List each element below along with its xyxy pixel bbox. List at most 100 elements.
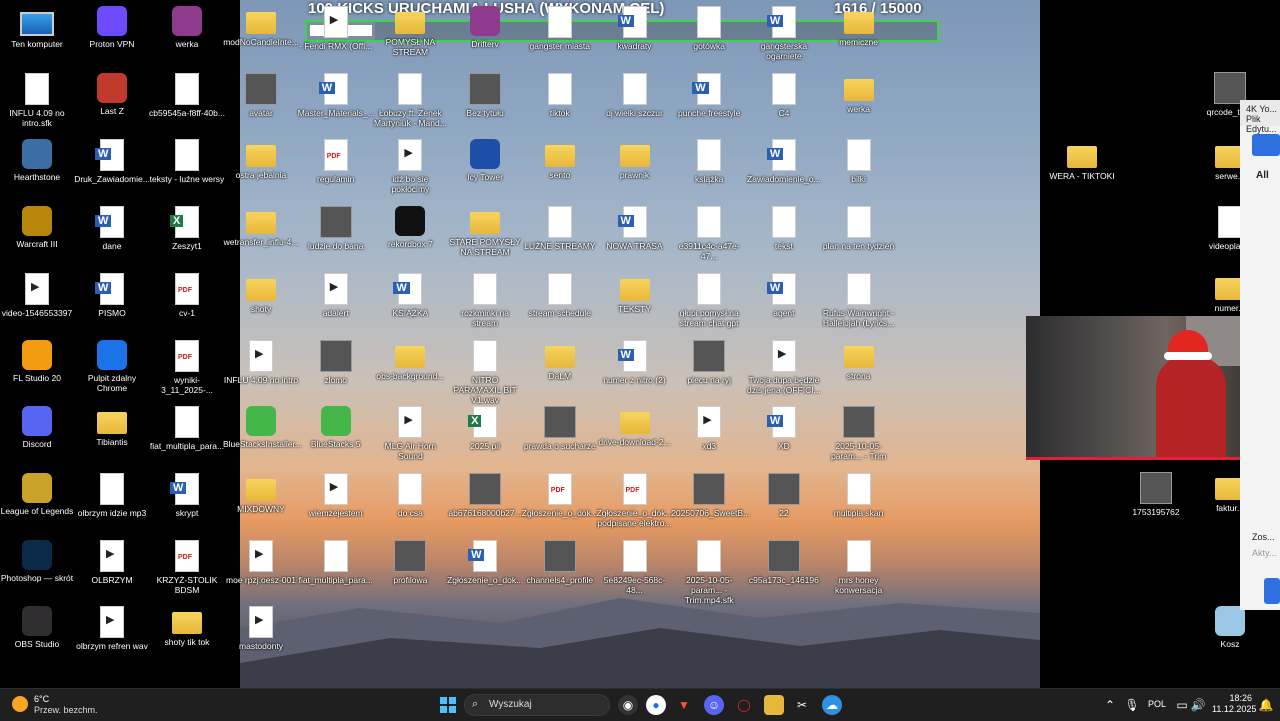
desktop-icon[interactable]: Twoja dupa będzie dziś jena (OFFICI... bbox=[746, 339, 822, 395]
tray-chevron-icon[interactable]: ⌃ bbox=[1100, 695, 1120, 715]
desktop-icon[interactable]: xd3 bbox=[671, 406, 747, 451]
chrome-icon[interactable]: ● bbox=[646, 695, 666, 715]
desktop-icon[interactable]: strona bbox=[821, 340, 897, 381]
desktop-icon[interactable]: zlomo bbox=[298, 339, 374, 385]
desktop-icon[interactable]: Photoshop — skrót bbox=[0, 539, 75, 583]
desktop-icon[interactable]: FL Studio 20 bbox=[0, 339, 75, 383]
desktop-icon[interactable]: PISMO bbox=[74, 272, 150, 318]
paste-link-button[interactable] bbox=[1252, 134, 1280, 156]
desktop-icon[interactable]: NOWA TRASA bbox=[597, 206, 673, 251]
desktop-icon[interactable]: obs-background... bbox=[372, 340, 448, 381]
volume-icon[interactable]: 🔊 bbox=[1188, 695, 1208, 715]
desktop-icon[interactable]: sento bbox=[522, 139, 598, 180]
desktop-icon[interactable]: adalert bbox=[298, 272, 374, 318]
desktop-icon[interactable]: Łobuzy ft. Zenek Martyniuk - Mand... bbox=[372, 72, 448, 128]
desktop-icon[interactable]: prawda o sucharze bbox=[522, 406, 598, 451]
opera-icon[interactable]: ◯ bbox=[734, 695, 754, 715]
desktop-icon[interactable]: 20250706_SweetB... bbox=[671, 472, 750, 518]
desktop-icon[interactable]: shoty tik tok bbox=[149, 606, 225, 647]
desktop-icon[interactable]: regulamin bbox=[298, 139, 374, 184]
desktop-icon[interactable]: wiemżejestem bbox=[298, 472, 374, 518]
menu-file[interactable]: Plik bbox=[1246, 114, 1261, 124]
desktop-icon[interactable]: OLBRZYM bbox=[74, 539, 150, 585]
desktop-icon[interactable]: INFLU 4.09 no intro.sfk bbox=[0, 72, 75, 128]
desktop-icon[interactable]: C4 bbox=[746, 72, 822, 118]
desktop-icon[interactable]: League of Legends bbox=[0, 472, 75, 516]
desktop-icon[interactable]: Ten komputer bbox=[0, 6, 75, 49]
4k-downloader-icon[interactable]: ☁ bbox=[822, 695, 842, 715]
desktop-icon[interactable]: werka bbox=[149, 6, 225, 49]
desktop-icon[interactable]: bilki bbox=[821, 139, 897, 184]
desktop-icon[interactable]: głupi pomysł na stream chat gpt bbox=[671, 272, 747, 328]
desktop-icon[interactable]: mrs honey konwersacja bbox=[821, 539, 897, 595]
desktop-icon[interactable]: memiczne bbox=[821, 6, 897, 47]
desktop-icon[interactable]: Bez tytułu bbox=[447, 72, 523, 118]
desktop-icon[interactable]: modNoCandleInte... bbox=[223, 6, 299, 47]
desktop-icon[interactable]: gangsterska ogarniete bbox=[746, 6, 822, 61]
explorer-icon[interactable] bbox=[764, 695, 784, 715]
desktop-icon[interactable]: Drifterv bbox=[447, 6, 523, 49]
desktop-icon[interactable]: dj wielki szczur bbox=[597, 72, 673, 118]
notifications-icon[interactable]: 🔔 bbox=[1256, 695, 1276, 715]
desktop-icon[interactable]: Warcraft III bbox=[0, 206, 75, 249]
desktop-icon[interactable]: OBS Studio bbox=[0, 606, 75, 649]
desktop-icon[interactable]: rozkminki na stream bbox=[447, 272, 523, 328]
desktop-icon[interactable]: Master_Materials_... bbox=[298, 72, 375, 118]
obs-icon[interactable]: ◉ bbox=[618, 695, 638, 715]
desktop-icon[interactable]: gangster miasta bbox=[522, 6, 598, 51]
search-input[interactable]: ⌕ Wyszukaj bbox=[464, 694, 610, 716]
desktop-icon[interactable]: książka bbox=[671, 139, 747, 184]
desktop-icon[interactable]: piecu na ryj bbox=[671, 339, 747, 385]
desktop-icon[interactable]: DaLM bbox=[522, 340, 598, 381]
desktop-icon[interactable]: Kosz bbox=[1192, 606, 1268, 649]
desktop-icon[interactable]: kwadraty bbox=[597, 6, 673, 51]
desktop-icon[interactable]: INFLU 4.09 no intro bbox=[223, 339, 299, 385]
desktop-icon[interactable]: agent bbox=[746, 272, 822, 318]
desktop-icon[interactable]: profilowa bbox=[372, 539, 448, 585]
desktop-icon[interactable]: WERA - TIKTOKI bbox=[1044, 140, 1120, 181]
desktop-icon[interactable]: - Fendi RMX (Offi... bbox=[298, 6, 374, 51]
desktop-icon[interactable]: NITRO PARAMAXIL BIT V1.wav bbox=[447, 339, 523, 405]
desktop-icon[interactable]: gotówka bbox=[671, 6, 747, 51]
desktop-icon[interactable]: do csa bbox=[372, 472, 448, 518]
capcut-icon[interactable]: ✂ bbox=[792, 695, 812, 715]
desktop-icon[interactable]: ludzie do bana bbox=[298, 206, 374, 251]
desktop-icon[interactable]: Discord bbox=[0, 406, 75, 449]
desktop-icon[interactable]: mastodonty bbox=[223, 606, 299, 651]
desktop-icon[interactable]: idź bo się pokłócimy bbox=[372, 139, 448, 194]
desktop-icon[interactable]: Icy Tower bbox=[447, 139, 523, 182]
desktop-icon[interactable]: channels4_profile bbox=[522, 539, 598, 585]
desktop-icon[interactable]: rekordbox 7 bbox=[372, 206, 448, 249]
desktop-icon[interactable]: ab676168000b27... bbox=[447, 472, 523, 518]
desktop-icon[interactable]: wetransfer_influ-4... bbox=[223, 206, 299, 247]
desktop-icon[interactable]: olbrzym refren wav bbox=[74, 606, 150, 651]
desktop-icon[interactable]: Tibiantis bbox=[74, 406, 150, 447]
desktop-icon[interactable]: cb59545a-f8ff-40b... bbox=[149, 72, 225, 118]
desktop-icon[interactable]: 1753195762 bbox=[1118, 472, 1194, 517]
language-indicator[interactable]: POL bbox=[1148, 699, 1166, 709]
desktop-icon[interactable]: fiat_multipla_para... bbox=[149, 406, 225, 451]
desktop-icon[interactable]: POMYSŁ NA STREAM bbox=[372, 6, 448, 57]
desktop-icon[interactable]: teksty - luźne wersy bbox=[149, 139, 225, 184]
desktop-icon[interactable]: tiktok bbox=[522, 72, 598, 118]
desktop-icon[interactable]: cv-1 bbox=[149, 272, 225, 318]
desktop-icon[interactable]: Zgłoszenie_o_dok... bbox=[522, 472, 598, 518]
desktop-icon[interactable]: Zgłoszenie_o_dok... bbox=[447, 539, 523, 585]
microphone-icon[interactable]: 🎙 bbox=[1122, 695, 1142, 715]
desktop-icon[interactable]: Hearthstone bbox=[0, 139, 75, 182]
desktop-icon[interactable]: plan na ten tydzień bbox=[821, 206, 897, 251]
desktop-icon[interactable]: 5e8249ec-568c-48... bbox=[597, 539, 673, 595]
desktop-icon[interactable]: fiat_multipla_para... bbox=[298, 539, 374, 585]
desktop-icon[interactable]: shoty bbox=[223, 273, 299, 314]
desktop-icon[interactable]: tekst bbox=[746, 206, 822, 251]
desktop-icon[interactable]: BlueStacksInstaller... bbox=[223, 406, 302, 449]
brave-icon[interactable]: ▼ bbox=[674, 695, 694, 715]
desktop-icon[interactable]: drive-download-2... bbox=[597, 406, 673, 447]
desktop-icon[interactable]: MIXDOWNY bbox=[223, 473, 299, 514]
desktop-icon[interactable]: Zgłoszenie_o_dok... podpisane elektro... bbox=[597, 472, 673, 528]
desktop-icon[interactable]: ostra jebalnia bbox=[223, 139, 299, 180]
desktop-icon[interactable]: KRZYŻ-STOLIK BDSM bbox=[149, 539, 225, 595]
desktop-icon[interactable]: werka bbox=[821, 73, 897, 114]
desktop-icon[interactable]: skrypt bbox=[149, 472, 225, 518]
desktop-icon[interactable]: 2025-10-05-param... - Trim.mp4.sfk bbox=[671, 539, 747, 605]
